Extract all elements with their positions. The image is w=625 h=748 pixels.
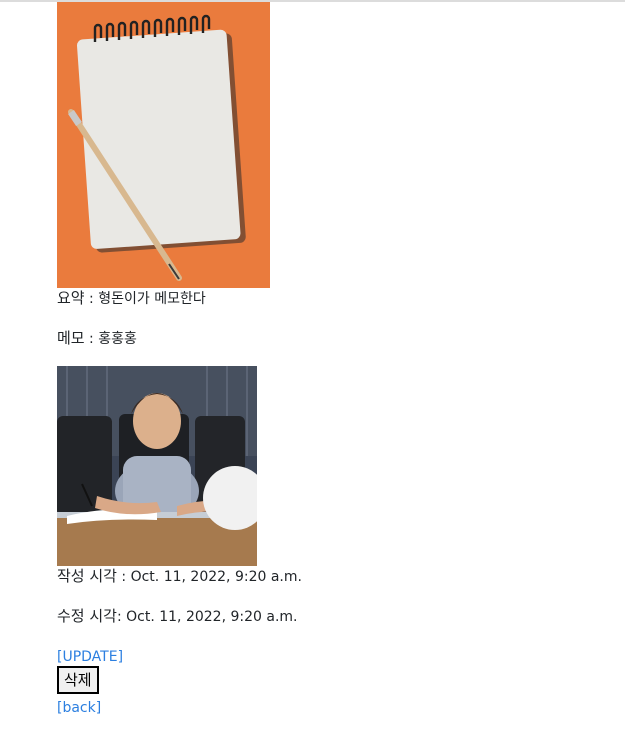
person-photo <box>57 366 257 566</box>
created-time-label: 작성 시각 <box>57 567 117 585</box>
summary-label: 요약 <box>57 289 85 307</box>
created-time-value: Oct. 11, 2022, 9:20 a.m. <box>130 569 302 585</box>
notebook-image <box>57 2 270 288</box>
updated-time-separator: : <box>116 609 127 625</box>
memo-separator: : <box>84 331 99 347</box>
update-link[interactable]: [UPDATE] <box>57 649 123 665</box>
updated-time-label: 수정 시각 <box>57 607 117 625</box>
back-link[interactable]: [back] <box>57 700 101 716</box>
summary-separator: : <box>84 291 99 307</box>
memo-value: 홍홍홍 <box>98 331 137 347</box>
back-link-row: [back] <box>57 697 617 717</box>
memo-label: 메모 <box>57 329 85 347</box>
created-time-row: 작성 시각 : Oct. 11, 2022, 9:20 a.m. <box>57 566 617 586</box>
memo-row: 메모 : 홍홍홍 <box>57 328 617 348</box>
delete-button[interactable]: 삭제 <box>57 666 99 694</box>
update-link-row: [UPDATE] <box>57 646 617 666</box>
updated-time-value: Oct. 11, 2022, 9:20 a.m. <box>126 609 298 625</box>
summary-row: 요약 : 형돈이가 메모한다 <box>57 288 617 308</box>
post-detail: 요약 : 형돈이가 메모한다 메모 : 홍홍홍 작성 시각 : Oct. 11,… <box>57 2 617 717</box>
created-time-separator: : <box>116 569 131 585</box>
summary-value: 형돈이가 메모한다 <box>98 291 206 307</box>
updated-time-row: 수정 시각: Oct. 11, 2022, 9:20 a.m. <box>57 606 617 626</box>
